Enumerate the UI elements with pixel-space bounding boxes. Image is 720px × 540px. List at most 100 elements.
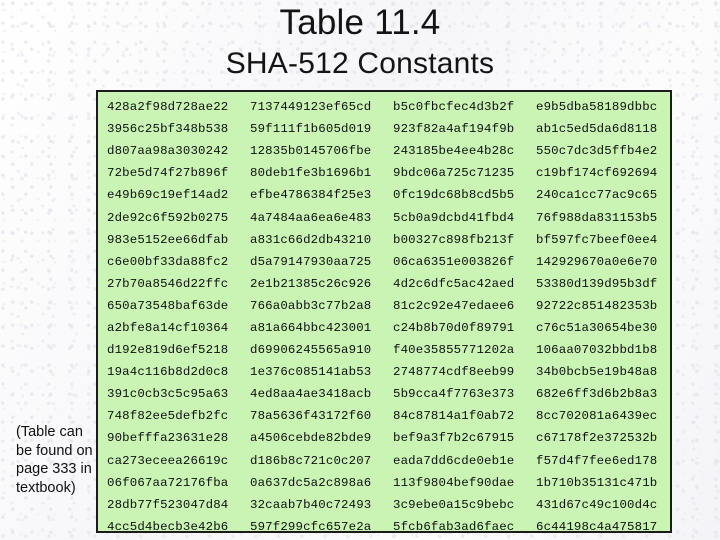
constant-cell: 80deb1fe3b1696b1 bbox=[250, 166, 372, 181]
constant-cell: 4d2c6dfc5ac42aed bbox=[393, 276, 515, 291]
constant-cell: a831c66d2db43210 bbox=[250, 232, 372, 247]
constant-cell: d69906245565a910 bbox=[250, 343, 372, 358]
constant-cell: 923f82a4af194f9b bbox=[393, 122, 515, 137]
table-row: 28db77f523047d84 32caab7b40c72493 3c9ebe0a… bbox=[98, 494, 670, 516]
constant-cell: 76f988da831153b5 bbox=[536, 210, 658, 225]
table-row: 90befffa23631e28 a4506cebde82bde9 bef9a3f7… bbox=[98, 427, 670, 449]
constant-cell: efbe4786384f25e3 bbox=[250, 188, 372, 203]
constant-cell: bf597fc7beef0ee4 bbox=[536, 232, 658, 247]
table-row: 748f82ee5defb2fc 78a5636f43172f60 84c87814… bbox=[98, 405, 670, 427]
page-title: Table 11.4 bbox=[279, 3, 441, 42]
constant-cell: 12835b0145706fbe bbox=[250, 144, 372, 159]
constant-cell: 9bdc06a725c71235 bbox=[393, 166, 515, 181]
constant-cell: 4cc5d4becb3e42b6 bbox=[107, 519, 229, 534]
table-row: 06f067aa72176fba 0a637dc5a2c898a6 113f9804… bbox=[98, 472, 670, 494]
constant-cell: 1b710b35131c471b bbox=[536, 475, 658, 490]
constant-cell: a2bfe8a14cf10364 bbox=[107, 320, 229, 335]
caption-note: (Table can be found on page 333 in textb… bbox=[16, 424, 93, 496]
constant-cell: f40e35855771202a bbox=[393, 343, 515, 358]
constant-cell: e9b5dba58189dbbc bbox=[536, 100, 658, 115]
constant-cell: e49b69c19ef14ad2 bbox=[107, 188, 229, 203]
constant-cell: ca273eceea26619c bbox=[107, 453, 229, 468]
table-row: ca273eceea26619c d186b8c721c0c207 eada7dd6… bbox=[98, 450, 670, 472]
constant-cell: 2de92c6f592b0275 bbox=[107, 210, 229, 225]
constant-cell: 06ca6351e003826f bbox=[393, 254, 515, 269]
constant-cell: d192e819d6ef5218 bbox=[107, 343, 229, 358]
constant-cell: ab1c5ed5da6d8118 bbox=[536, 122, 658, 137]
constant-cell: 4a7484aa6ea6e483 bbox=[250, 210, 372, 225]
constant-cell: f57d4f7fee6ed178 bbox=[536, 453, 658, 468]
constant-cell: 983e5152ee66dfab bbox=[107, 232, 229, 247]
constant-cell: 53380d139d95b3df bbox=[536, 276, 658, 291]
table-row: d807aa98a3030242 12835b0145706fbe 243185be… bbox=[98, 140, 670, 162]
constant-cell: 27b70a8546d22ffc bbox=[107, 276, 229, 291]
constant-cell: c76c51a30654be30 bbox=[536, 320, 658, 335]
page-subtitle: SHA-512 Constants bbox=[225, 47, 495, 80]
constant-cell: 06f067aa72176fba bbox=[107, 475, 229, 490]
table-row: 391c0cb3c5c95a63 4ed8aa4ae3418acb 5b9cca4f… bbox=[98, 383, 670, 405]
constant-cell: b00327c898fb213f bbox=[393, 232, 515, 247]
constant-cell: 7137449123ef65cd bbox=[250, 100, 372, 115]
constant-cell: 106aa07032bbd1b8 bbox=[536, 343, 658, 358]
constant-cell: 78a5636f43172f60 bbox=[250, 409, 372, 424]
table-row: 4cc5d4becb3e42b6 597f299cfc657e2a 5fcb6fab… bbox=[98, 516, 670, 538]
table-row: 2de92c6f592b0275 4a7484aa6ea6e483 5cb0a9dc… bbox=[98, 206, 670, 228]
constant-cell: bef9a3f7b2c67915 bbox=[393, 431, 515, 446]
constant-cell: 0a637dc5a2c898a6 bbox=[250, 475, 372, 490]
constant-cell: d186b8c721c0c207 bbox=[250, 453, 372, 468]
sha512-constants-table: 428a2f98d728ae22 7137449123ef65cd b5c0fbcf… bbox=[96, 90, 672, 534]
constant-cell: 391c0cb3c5c95a63 bbox=[107, 387, 229, 402]
constant-cell: 5b9cca4f7763e373 bbox=[393, 387, 515, 402]
constant-cell: 243185be4ee4b28c bbox=[393, 144, 515, 159]
constant-cell: 1e376c085141ab53 bbox=[250, 365, 372, 380]
constant-cell: 81c2c92e47edaee6 bbox=[393, 298, 515, 313]
table-row: 19a4c116b8d2d0c8 1e376c085141ab53 2748774c… bbox=[98, 361, 670, 383]
constant-cell: 4ed8aa4ae3418acb bbox=[250, 387, 372, 402]
constant-cell: 92722c851482353b bbox=[536, 298, 658, 313]
constant-cell: 0fc19dc68b8cd5b5 bbox=[393, 188, 515, 203]
constant-cell: b5c0fbcfec4d3b2f bbox=[393, 100, 515, 115]
constant-cell: 5cb0a9dcbd41fbd4 bbox=[393, 210, 515, 225]
constant-cell: 2e1b21385c26c926 bbox=[250, 276, 372, 291]
constant-cell: a4506cebde82bde9 bbox=[250, 431, 372, 446]
table-row: 72be5d74f27b896f 80deb1fe3b1696b1 9bdc06a7… bbox=[98, 162, 670, 184]
constant-cell: eada7dd6cde0eb1e bbox=[393, 453, 515, 468]
constant-cell: 748f82ee5defb2fc bbox=[107, 409, 229, 424]
title-block: Table 11.4 SHA-512 Constants bbox=[0, 2, 720, 84]
constant-cell: a81a664bbc423001 bbox=[250, 320, 372, 335]
table-row: 3956c25bf348b538 59f111f1b605d019 923f82a4… bbox=[98, 118, 670, 140]
table-row: 650a73548baf63de 766a0abb3c77b2a8 81c2c92e… bbox=[98, 295, 670, 317]
constant-cell: 8cc702081a6439ec bbox=[536, 409, 658, 424]
constant-cell: 650a73548baf63de bbox=[107, 298, 229, 313]
constant-cell: 5fcb6fab3ad6faec bbox=[393, 519, 515, 534]
constant-cell: 6c44198c4a475817 bbox=[536, 519, 658, 534]
constant-cell: 431d67c49c100d4c bbox=[536, 497, 658, 512]
constant-cell: d5a79147930aa725 bbox=[250, 254, 372, 269]
constant-cell: c67178f2e372532b bbox=[536, 431, 658, 446]
constant-cell: 59f111f1b605d019 bbox=[250, 122, 372, 137]
constant-cell: 19a4c116b8d2d0c8 bbox=[107, 365, 229, 380]
table-row: 27b70a8546d22ffc 2e1b21385c26c926 4d2c6dfc… bbox=[98, 273, 670, 295]
constant-cell: 766a0abb3c77b2a8 bbox=[250, 298, 372, 313]
constant-cell: 3c9ebe0a15c9bebc bbox=[393, 497, 515, 512]
constant-cell: 142929670a0e6e70 bbox=[536, 254, 658, 269]
constant-cell: 428a2f98d728ae22 bbox=[107, 100, 229, 115]
constant-cell: c6e00bf33da88fc2 bbox=[107, 254, 229, 269]
table-row: a2bfe8a14cf10364 a81a664bbc423001 c24b8b70… bbox=[98, 317, 670, 339]
constant-cell: 72be5d74f27b896f bbox=[107, 166, 229, 181]
constant-cell: 550c7dc3d5ffb4e2 bbox=[536, 144, 658, 159]
constant-cell: d807aa98a3030242 bbox=[107, 144, 229, 159]
constant-cell: c24b8b70d0f89791 bbox=[393, 320, 515, 335]
table-row: e49b69c19ef14ad2 efbe4786384f25e3 0fc19dc6… bbox=[98, 184, 670, 206]
constant-cell: 84c87814a1f0ab72 bbox=[393, 409, 515, 424]
table-row: c6e00bf33da88fc2 d5a79147930aa725 06ca6351… bbox=[98, 251, 670, 273]
constant-cell: 32caab7b40c72493 bbox=[250, 497, 372, 512]
constant-cell: 597f299cfc657e2a bbox=[250, 519, 372, 534]
table-row: d192e819d6ef5218 d69906245565a910 f40e3585… bbox=[98, 339, 670, 361]
constant-cell: c19bf174cf692694 bbox=[536, 166, 658, 181]
constant-cell: 2748774cdf8eeb99 bbox=[393, 365, 515, 380]
constant-cell: 3956c25bf348b538 bbox=[107, 122, 229, 137]
constant-cell: 90befffa23631e28 bbox=[107, 431, 229, 446]
constant-cell: 113f9804bef90dae bbox=[393, 475, 515, 490]
table-row: 428a2f98d728ae22 7137449123ef65cd b5c0fbcf… bbox=[98, 96, 670, 118]
